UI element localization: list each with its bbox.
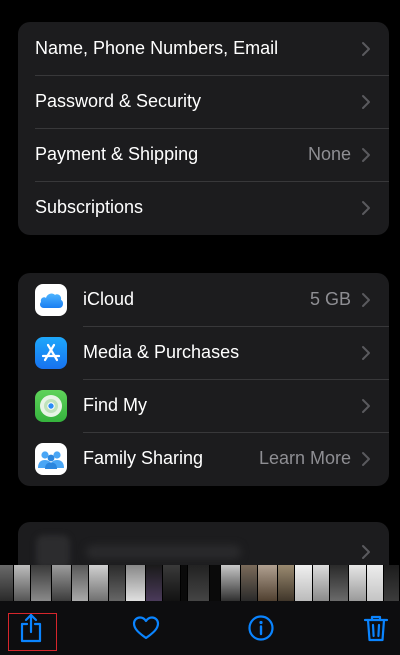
row-subscriptions[interactable]: Subscriptions — [18, 181, 389, 234]
account-settings-group: Name, Phone Numbers, Email Password & Se… — [18, 22, 389, 235]
photo-thumbnail[interactable] — [188, 565, 210, 601]
photo-thumbnail[interactable] — [366, 565, 385, 601]
row-find-my[interactable]: Find My — [18, 379, 389, 432]
chevron-right-icon — [362, 94, 370, 109]
row-value: 5 GB — [309, 289, 351, 309]
blurred-device-label — [86, 545, 241, 559]
photo-thumbnail[interactable] — [13, 565, 32, 601]
row-family-sharing[interactable]: Family Sharing Learn More — [18, 432, 389, 485]
app-store-icon — [35, 336, 67, 369]
favorite-button[interactable] — [131, 613, 161, 643]
photo-thumbnail[interactable] — [258, 565, 278, 601]
row-media-purchases[interactable]: Media & Purchases — [18, 326, 389, 379]
chevron-right-icon — [362, 451, 370, 466]
photo-thumbnail[interactable] — [89, 565, 109, 601]
icloud-icon — [35, 283, 67, 316]
row-icloud[interactable]: iCloud 5 GB — [18, 273, 389, 326]
favorite-heart-icon — [132, 616, 160, 640]
photo-filmstrip[interactable] — [0, 565, 400, 601]
chevron-right-icon — [362, 398, 370, 413]
row-label: Subscriptions — [35, 197, 144, 217]
chevron-right-icon — [362, 345, 370, 360]
row-label: Find My — [83, 395, 148, 415]
share-button-highlight — [8, 613, 57, 651]
photo-thumbnail[interactable] — [312, 565, 330, 601]
blurred-device-thumbnail — [36, 535, 70, 569]
row-label: Family Sharing — [83, 448, 204, 468]
services-group: iCloud 5 GB Media & Purchases Find My Fa… — [18, 273, 389, 486]
info-icon — [248, 615, 274, 641]
photo-toolbar — [0, 601, 400, 655]
chevron-right-icon — [362, 147, 370, 162]
photo-thumbnail[interactable] — [31, 565, 53, 601]
photo-thumbnail[interactable] — [0, 565, 14, 601]
row-label: Media & Purchases — [83, 342, 240, 362]
chevron-right-icon — [362, 41, 370, 56]
trash-icon — [363, 615, 389, 642]
photo-thumbnail[interactable] — [330, 565, 350, 601]
photo-thumbnail[interactable] — [145, 565, 164, 601]
settings-screen: Name, Phone Numbers, Email Password & Se… — [0, 0, 400, 655]
row-label: iCloud — [83, 289, 135, 309]
delete-button[interactable] — [361, 613, 391, 643]
photo-thumbnail[interactable] — [384, 565, 400, 601]
photo-thumbnail[interactable] — [349, 565, 367, 601]
row-payment-shipping[interactable]: Payment & Shipping None — [18, 128, 389, 181]
photo-thumbnail[interactable] — [163, 565, 181, 601]
row-value: Learn More — [258, 448, 351, 468]
chevron-right-icon — [362, 545, 370, 559]
photo-thumbnail[interactable] — [295, 565, 313, 601]
row-value: None — [307, 144, 351, 164]
photo-thumbnail[interactable] — [240, 565, 259, 601]
chevron-right-icon — [362, 200, 370, 215]
chevron-right-icon — [362, 292, 370, 307]
info-button[interactable] — [246, 613, 276, 643]
photo-thumbnail[interactable] — [221, 565, 241, 601]
photo-thumbnail[interactable] — [180, 565, 189, 601]
photo-thumbnail[interactable] — [209, 565, 222, 601]
photo-thumbnail[interactable] — [108, 565, 127, 601]
find-my-icon — [35, 389, 67, 422]
row-label: Name, Phone Numbers, Email — [35, 38, 279, 58]
row-name-phone-email[interactable]: Name, Phone Numbers, Email — [18, 22, 389, 75]
row-password-security[interactable]: Password & Security — [18, 75, 389, 128]
photo-thumbnail[interactable] — [52, 565, 72, 601]
photo-thumbnail[interactable] — [71, 565, 90, 601]
row-label: Password & Security — [35, 91, 202, 111]
photo-thumbnail[interactable] — [126, 565, 146, 601]
row-label: Payment & Shipping — [35, 144, 199, 164]
photo-thumbnail[interactable] — [277, 565, 296, 601]
family-sharing-icon — [35, 442, 67, 475]
